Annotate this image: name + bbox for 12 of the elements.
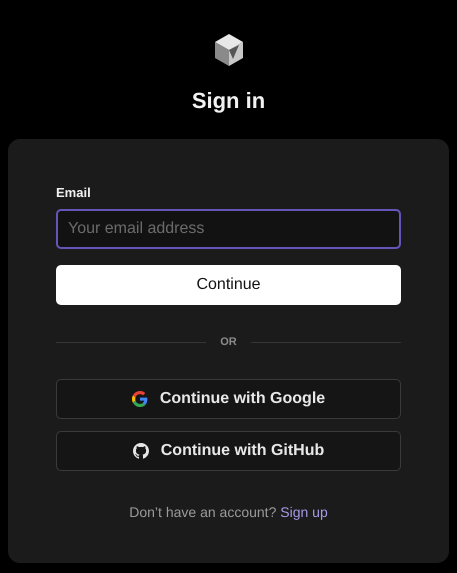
sign-up-prompt: Don’t have an account? Sign up <box>128 504 329 520</box>
github-sign-in-button[interactable]: Continue with GitHub <box>56 431 401 471</box>
divider-label: OR <box>220 336 237 348</box>
sign-up-link[interactable]: Sign up <box>280 504 328 520</box>
email-input-field[interactable]: Your email address <box>56 209 401 249</box>
github-icon <box>132 443 149 459</box>
google-sign-in-button[interactable]: Continue with Google <box>56 379 401 419</box>
continue-button[interactable]: Continue <box>56 265 401 305</box>
google-icon <box>132 391 148 407</box>
page-title: Sign in <box>192 87 266 115</box>
cube-logo-icon <box>212 33 244 67</box>
email-label: Email <box>56 185 91 200</box>
